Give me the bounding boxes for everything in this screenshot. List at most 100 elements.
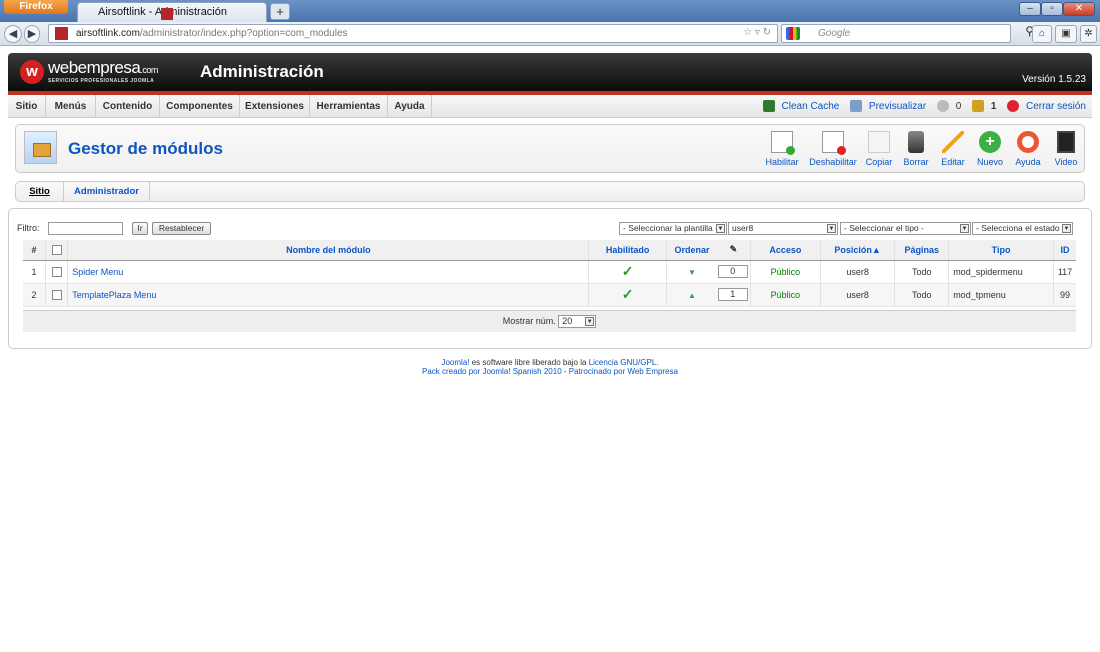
order-down-cell[interactable]: ▼ <box>665 260 718 284</box>
browser-tab[interactable]: Airsoftlink - Administración <box>77 2 267 22</box>
module-name[interactable]: TemplatePlaza Menu <box>67 283 589 307</box>
logout-link[interactable]: Cerrar sesión <box>1026 101 1086 112</box>
move-up-icon[interactable]: ▲ <box>688 291 696 300</box>
module-manager-icon <box>24 131 57 164</box>
menu-herramientas[interactable]: Herramientas <box>310 95 388 118</box>
logout-icon <box>1007 100 1020 113</box>
clean-cache-link[interactable]: Clean Cache <box>782 101 840 112</box>
sponsor-link[interactable]: Patrocinado por Web Empresa <box>569 367 678 376</box>
col-enabled[interactable]: Habilitado <box>588 240 667 261</box>
browser-titlebar: Firefox Airsoftlink - Administración + –… <box>0 0 1100 22</box>
minimize-button[interactable]: – <box>1019 2 1041 16</box>
col-name[interactable]: Nombre del módulo <box>67 240 589 261</box>
enabled-toggle[interactable]: ✓ <box>588 260 667 284</box>
order-input[interactable]: 1 <box>717 288 748 301</box>
submenu-sitio[interactable]: Sitio <box>16 182 64 201</box>
url-bar[interactable]: airsoftlink.com/administrator/index.php?… <box>48 24 778 43</box>
spanish-pack-link[interactable]: Pack creado por Joomla! Spanish 2010 <box>422 367 562 376</box>
table-footer: Mostrar núm. 20 ▼ <box>23 310 1076 332</box>
col-id[interactable]: ID <box>1053 240 1076 261</box>
table-row: 2 TemplatePlaza Menu ✓ ▲ 1 Público user8… <box>23 283 1076 307</box>
checkmark-icon[interactable]: ✓ <box>622 286 634 302</box>
admin-title: Administración <box>200 62 324 81</box>
save-order-icon[interactable]: ✎ <box>717 240 751 261</box>
module-name[interactable]: Spider Menu <box>67 260 589 284</box>
row-checkbox[interactable] <box>51 266 62 277</box>
template-select[interactable]: - Seleccionar la plantilla - ▼ <box>619 222 727 235</box>
users-count[interactable]: 1 <box>991 101 997 112</box>
lifebuoy-icon <box>1017 131 1039 153</box>
select-all-checkbox[interactable] <box>51 245 62 256</box>
home-icon[interactable]: ⌂ <box>1032 25 1052 43</box>
row-checkbox-cell[interactable] <box>44 260 68 284</box>
filter-row: Filtro: Ir Restablecer - Seleccionar la … <box>17 222 1083 236</box>
addons-icon[interactable]: ✲ <box>1080 25 1097 43</box>
state-select[interactable]: - Selecciona el estado - ▼ <box>972 222 1073 235</box>
bookmarks-icon[interactable]: ▣ <box>1055 25 1077 43</box>
preview-icon <box>850 100 863 113</box>
pencil-icon <box>942 131 964 153</box>
disable-icon <box>822 131 846 155</box>
order-input-cell[interactable]: 0 <box>717 260 751 284</box>
col-position[interactable]: Posición▲ <box>819 240 895 261</box>
order-input[interactable]: 0 <box>717 265 748 278</box>
page-title: Gestor de módulos <box>68 139 223 158</box>
trash-icon <box>908 131 924 153</box>
checkmark-icon[interactable]: ✓ <box>622 263 634 279</box>
go-button[interactable]: Ir <box>132 222 148 235</box>
video-icon <box>1057 131 1075 153</box>
url-path: /administrator/index.php?option=com_modu… <box>139 28 348 39</box>
row-checkbox-cell[interactable] <box>44 283 68 307</box>
back-icon[interactable]: ◀ <box>4 25 22 43</box>
chevron-down-icon: ▼ <box>1062 224 1071 233</box>
maximize-button[interactable]: ▫ <box>1041 2 1063 16</box>
page-size-select[interactable]: 20 ▼ <box>558 315 597 329</box>
license-link[interactable]: Licencia GNU/GPL. <box>589 358 659 367</box>
enable-icon <box>771 131 795 155</box>
forward-icon[interactable]: ▶ <box>24 25 40 43</box>
menu-menus[interactable]: Menús <box>46 95 96 118</box>
enabled-toggle[interactable]: ✓ <box>588 283 667 307</box>
col-pages[interactable]: Páginas <box>894 240 949 261</box>
access-cell[interactable]: Público <box>749 283 821 307</box>
menu-extensiones[interactable]: Extensiones <box>240 95 310 118</box>
video-button[interactable]: Video <box>1043 131 1089 167</box>
access-cell[interactable]: Público <box>749 260 821 284</box>
order-input-cell[interactable]: 1 <box>717 283 751 307</box>
pages-cell: Todo <box>894 283 949 307</box>
type-select[interactable]: - Seleccionar el tipo - ▼ <box>840 222 971 235</box>
menu-sitio[interactable]: Sitio <box>8 95 46 118</box>
row-checkbox[interactable] <box>51 289 62 300</box>
url-host: airsoftlink.com <box>76 28 140 39</box>
search-input[interactable]: Google ⚲ <box>781 24 1034 43</box>
submenu-administrador[interactable]: Administrador <box>64 182 150 201</box>
col-select-all[interactable] <box>44 240 68 261</box>
search-placeholder: Google <box>818 28 851 39</box>
col-access[interactable]: Acceso <box>749 240 821 261</box>
col-order[interactable]: Ordenar <box>665 240 718 261</box>
col-type[interactable]: Tipo <box>948 240 1054 261</box>
new-tab-button[interactable]: + <box>270 3 290 20</box>
menu-contenido[interactable]: Contenido <box>96 95 160 118</box>
page-size-label: Mostrar núm. <box>502 316 556 326</box>
position-select[interactable]: user8 ▼ <box>728 222 838 235</box>
bookmark-star-icon[interactable]: ☆ ▿ ↻ <box>743 27 771 38</box>
modules-table: # Nombre del módulo Habilitado Ordenar ✎… <box>23 240 1076 307</box>
order-up-cell[interactable]: ▲ <box>665 283 718 307</box>
users-icon <box>972 100 985 113</box>
move-down-icon[interactable]: ▼ <box>688 268 696 277</box>
preview-link[interactable]: Previsualizar <box>869 101 926 112</box>
table-header-row: # Nombre del módulo Habilitado Ordenar ✎… <box>23 240 1076 261</box>
firefox-menu-button[interactable]: Firefox <box>4 0 68 14</box>
messages-count[interactable]: 0 <box>956 101 962 112</box>
menu-ayuda[interactable]: Ayuda <box>388 95 432 118</box>
disable-button[interactable]: Deshabilitar <box>807 131 859 167</box>
menu-componentes[interactable]: Componentes <box>160 95 240 118</box>
filter-input[interactable] <box>48 222 123 235</box>
enable-button[interactable]: Habilitar <box>759 131 805 167</box>
close-window-button[interactable]: ✕ <box>1063 2 1095 16</box>
google-icon <box>786 27 800 40</box>
reset-button[interactable]: Restablecer <box>152 222 211 235</box>
joomla-link[interactable]: Joomla! <box>441 358 469 367</box>
type-cell: mod_spidermenu <box>948 260 1054 284</box>
